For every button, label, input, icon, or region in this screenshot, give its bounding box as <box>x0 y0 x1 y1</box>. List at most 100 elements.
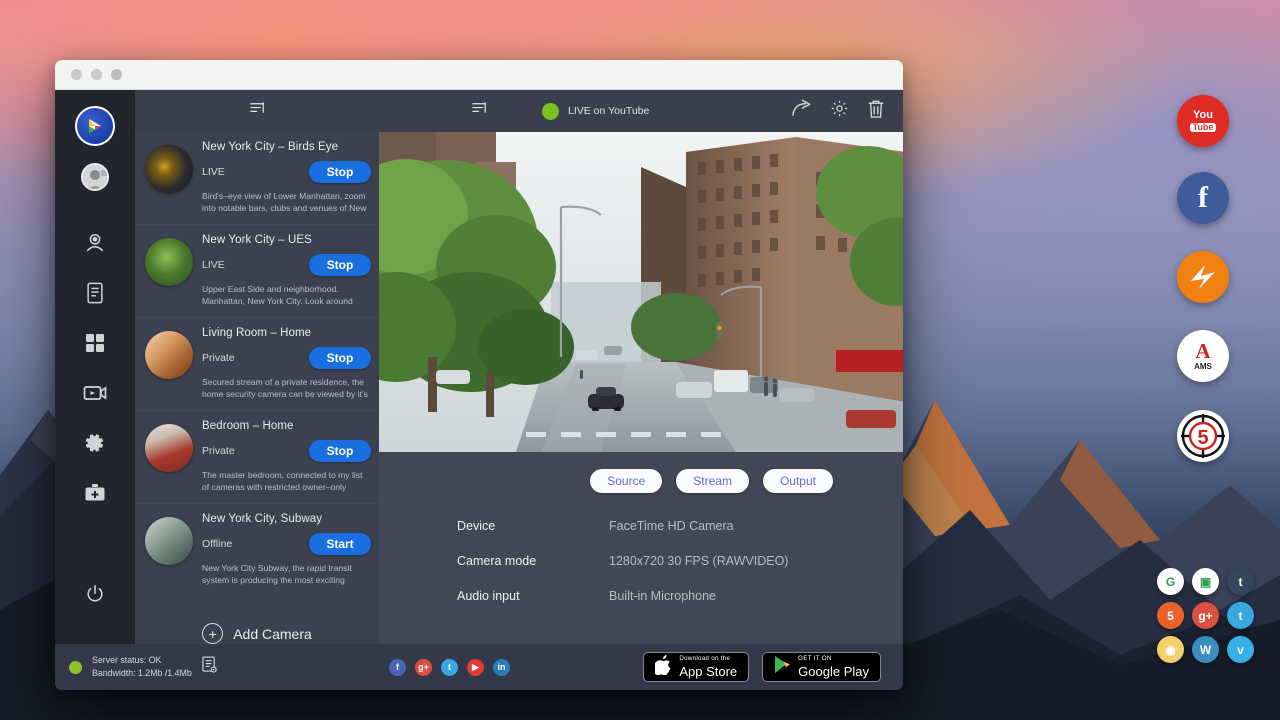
svg-text:5: 5 <box>1197 427 1208 449</box>
live-dot-icon <box>542 103 559 120</box>
camera-description: New York City Subway, the rapid transit … <box>202 562 371 587</box>
desktop-wallpaper: New York City – Birds EyeLIVEStopBird's–… <box>0 0 1280 720</box>
sidebar-item-broadcasts[interactable] <box>73 371 117 415</box>
camera-action-button[interactable]: Stop <box>309 254 371 276</box>
social-links[interactable]: f g+ t ▶ in <box>379 659 643 676</box>
social-icon-twitter[interactable]: t <box>441 659 458 676</box>
dock-icon-facebook[interactable]: f <box>1177 172 1229 224</box>
store-badges[interactable]: Download on theApp Store GET IT ONGoogle … <box>643 652 889 682</box>
spec-key: Audio input <box>457 589 609 603</box>
sidebar-item-power[interactable] <box>73 572 117 616</box>
sidebar-item-settings[interactable] <box>73 421 117 465</box>
spec-value[interactable]: 1280x720 30 FPS (RAWVIDEO) <box>609 554 788 568</box>
sidebar-item-devices[interactable] <box>73 271 117 315</box>
camera-title: New York City – UES <box>202 234 371 246</box>
sort-lines-icon-toolbar[interactable] <box>471 100 488 122</box>
apple-icon <box>655 655 672 680</box>
dock-icon-groupon[interactable]: G <box>1157 568 1184 595</box>
spec-row: Camera mode1280x720 30 FPS (RAWVIDEO) <box>457 554 903 568</box>
spec-value[interactable]: FaceTime HD Camera <box>609 519 734 533</box>
brand-logo-icon[interactable] <box>75 106 115 146</box>
window-titlebar[interactable] <box>55 60 903 90</box>
user-avatar[interactable] <box>81 163 109 191</box>
camera-action-button[interactable]: Stop <box>309 347 371 369</box>
dock-icon-target-five[interactable]: 5 <box>1177 410 1229 462</box>
log-document-icon[interactable] <box>202 656 217 678</box>
dock-icon-youtube[interactable]: You Tube <box>1177 95 1229 147</box>
camera-list-item[interactable]: Bedroom – HomePrivateStopThe master bedr… <box>135 411 379 504</box>
trash-icon[interactable] <box>867 99 885 124</box>
camera-state: Private <box>202 445 309 457</box>
mode-tabs[interactable]: Source Stream Output <box>379 452 903 493</box>
tab-stream[interactable]: Stream <box>676 469 749 493</box>
badge-subtitle: GET IT ON <box>798 656 869 662</box>
dock-icon-twitter[interactable]: t <box>1227 602 1254 629</box>
dock-icon-wirecast[interactable] <box>1177 251 1229 303</box>
app-window: New York City – Birds EyeLIVEStopBird's–… <box>55 60 903 690</box>
camera-state: LIVE <box>202 259 309 271</box>
window-minimize-button[interactable] <box>91 69 102 80</box>
spec-key: Device <box>457 519 609 533</box>
camera-description: Upper East Side and neighborhood. Manhat… <box>202 283 371 308</box>
camera-list-item[interactable]: Living Room – HomePrivateStopSecured str… <box>135 318 379 411</box>
sort-lines-icon[interactable] <box>249 100 266 122</box>
dock-icon-vimeo[interactable]: v <box>1227 636 1254 663</box>
sidebar-item-toolkit[interactable] <box>73 471 117 515</box>
camera-action-button[interactable]: Stop <box>309 440 371 462</box>
dock-icon-google-plus[interactable]: g+ <box>1192 602 1219 629</box>
social-icon-youtube[interactable]: ▶ <box>467 659 484 676</box>
server-status: Server status: OK Bandwidth: 1.2Mb /1.4M… <box>69 654 379 680</box>
camera-thumbnail <box>145 238 193 286</box>
status-bar: Server status: OK Bandwidth: 1.2Mb /1.4M… <box>55 644 903 690</box>
live-status-label: LIVE on YouTube <box>568 105 649 117</box>
dock-icon-twitch[interactable]: ▣ <box>1192 568 1219 595</box>
spec-key: Camera mode <box>457 554 609 568</box>
camera-title: Living Room – Home <box>202 327 371 339</box>
camera-thumbnail <box>145 517 193 565</box>
camera-list-item[interactable]: New York City – UES LIVEStop Upper East Si… <box>135 225 379 318</box>
gear-icon[interactable] <box>830 99 849 123</box>
badge-app-store[interactable]: Download on theApp Store <box>643 652 749 682</box>
add-camera-label: Add Camera <box>233 626 312 642</box>
tab-source[interactable]: Source <box>590 469 662 493</box>
sidebar-item-cameras[interactable] <box>73 221 117 265</box>
camera-state: Private <box>202 352 309 364</box>
camera-action-button[interactable]: Stop <box>309 161 371 183</box>
camera-title: New York City, Subway <box>202 513 371 525</box>
camera-list-item[interactable]: New York City, Subway OfflineStart New Yor… <box>135 504 379 595</box>
add-camera-button[interactable]: + Add Camera <box>135 595 379 644</box>
tab-output[interactable]: Output <box>763 469 833 493</box>
camera-list[interactable]: New York City – Birds EyeLIVEStopBird's–… <box>135 132 379 595</box>
camera-preview[interactable] <box>379 132 903 452</box>
share-arrow-icon[interactable] <box>791 99 812 123</box>
badge-google-play[interactable]: GET IT ONGoogle Play <box>762 652 881 682</box>
dock-icon-livestream-five[interactable]: 5 <box>1157 602 1184 629</box>
social-icon-google-plus[interactable]: g+ <box>415 659 432 676</box>
dock-icon-adobe-ams[interactable]: A AMS <box>1177 330 1229 382</box>
live-status-indicator: LIVE on YouTube <box>542 103 649 120</box>
dock-icon-tumblr[interactable]: t <box>1227 568 1254 595</box>
camera-thumbnail <box>145 145 193 193</box>
spec-row: DeviceFaceTime HD Camera <box>457 519 903 533</box>
camera-state: LIVE <box>202 166 309 178</box>
camera-description: Bird's–eye view of Lower Manhattan, zoom… <box>202 190 371 215</box>
main-panel: LIVE on YouTube <box>379 90 903 644</box>
spec-row: Audio inputBuilt-in Microphone <box>457 589 903 603</box>
plus-circle-icon: + <box>202 623 223 644</box>
icon-sidebar <box>55 90 135 644</box>
spec-value[interactable]: Built-in Microphone <box>609 589 716 603</box>
play-triangle-icon <box>774 655 791 679</box>
social-icon-facebook[interactable]: f <box>389 659 406 676</box>
dock-icon-flare[interactable]: ◉ <box>1157 636 1184 663</box>
dock-icon-wordpress[interactable]: W <box>1192 636 1219 663</box>
device-spec-list: DeviceFaceTime HD Camera Camera mode1280x… <box>379 493 903 624</box>
window-close-button[interactable] <box>71 69 82 80</box>
window-maximize-button[interactable] <box>111 69 122 80</box>
badge-title: App Store <box>679 665 737 678</box>
sidebar-item-dashboard[interactable] <box>73 321 117 365</box>
main-toolbar: LIVE on YouTube <box>379 90 903 132</box>
social-icon-linkedin[interactable]: in <box>493 659 510 676</box>
camera-list-item[interactable]: New York City – Birds EyeLIVEStopBird's–… <box>135 132 379 225</box>
camera-action-button[interactable]: Start <box>309 533 371 555</box>
camera-state: Offline <box>202 538 309 550</box>
